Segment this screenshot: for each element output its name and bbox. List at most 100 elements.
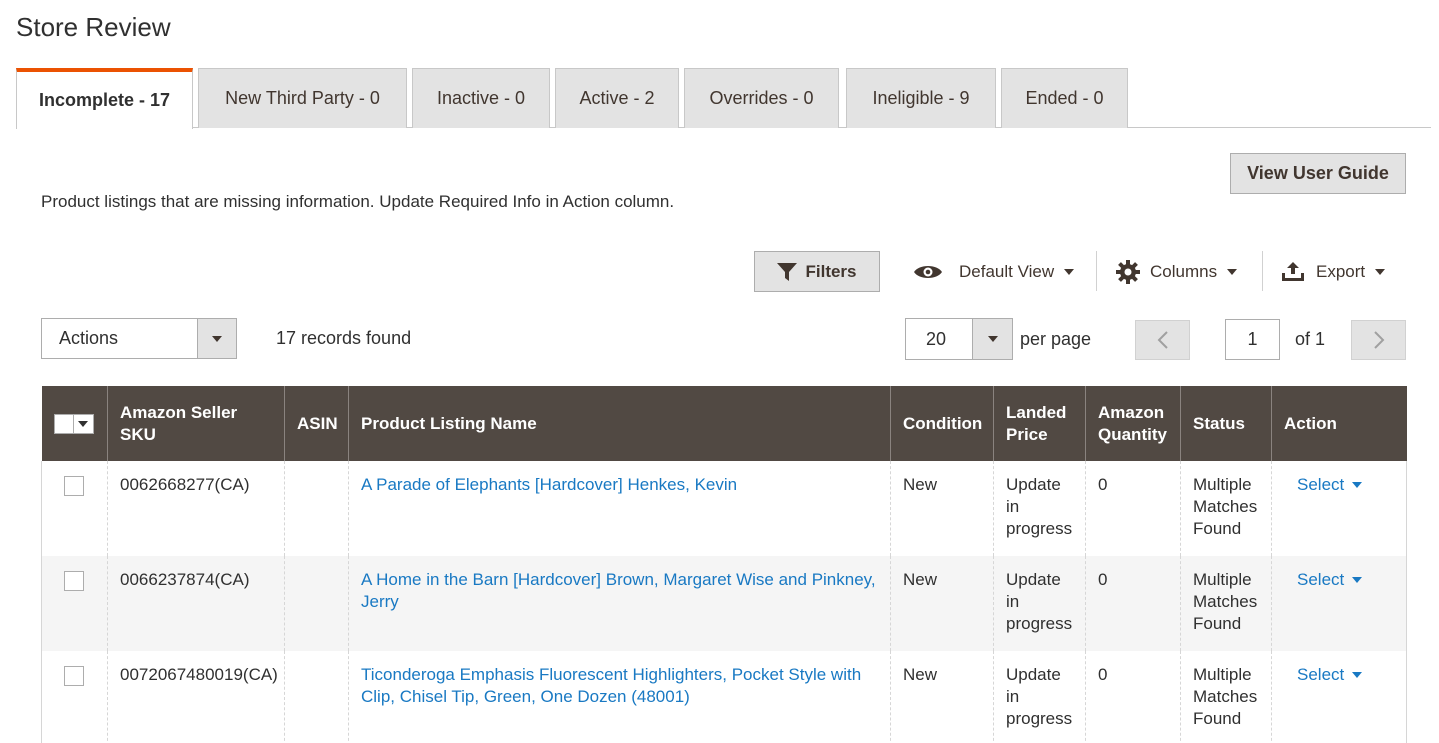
column-header-sku[interactable]: Amazon Seller SKU (107, 386, 285, 461)
export-label: Export (1316, 261, 1366, 281)
asin-cell (284, 461, 349, 556)
table-row: 0066237874(CA) A Home in the Barn [Hardc… (41, 556, 1407, 651)
mass-select-control[interactable] (53, 413, 96, 434)
column-header-name[interactable]: Product Listing Name (348, 386, 891, 461)
chevron-down-icon (197, 319, 236, 358)
select-action-label: Select (1297, 665, 1345, 684)
total-pages-label: of 1 (1295, 329, 1326, 349)
row-select-cell (41, 651, 108, 743)
listings-grid: Amazon Seller SKU ASIN Product Listing N… (41, 386, 1407, 743)
product-name-link[interactable]: A Parade of Elephants [Hardcover] Henkes… (361, 475, 737, 494)
action-cell: Select (1271, 651, 1407, 743)
column-header-status[interactable]: Status (1180, 386, 1272, 461)
chevron-down-icon (972, 319, 1012, 359)
per-page-label: per page (1020, 329, 1092, 349)
quantity-cell: 0 (1085, 461, 1181, 556)
caret-down-icon (1352, 482, 1363, 488)
tab-active[interactable]: Active - 2 (555, 68, 679, 128)
name-cell: Ticonderoga Emphasis Fluorescent Highlig… (348, 651, 891, 743)
gear-icon (1116, 259, 1140, 284)
asin-cell (284, 556, 349, 651)
caret-down-icon (1352, 672, 1363, 678)
filters-button[interactable]: Filters (754, 251, 880, 292)
table-row: 0072067480019(CA) Ticonderoga Emphasis F… (41, 651, 1407, 743)
sku-cell: 0066237874(CA) (107, 556, 285, 651)
product-name-link[interactable]: Ticonderoga Emphasis Fluorescent Highlig… (361, 665, 861, 706)
next-page-button[interactable] (1351, 320, 1406, 360)
status-cell: Multiple Matches Found (1180, 651, 1272, 743)
select-action-dropdown[interactable]: Select (1284, 474, 1363, 496)
action-cell: Select (1271, 556, 1407, 651)
view-label: Default View (959, 261, 1055, 281)
quantity-cell: 0 (1085, 556, 1181, 651)
condition-cell: New (890, 461, 994, 556)
select-action-dropdown[interactable]: Select (1284, 664, 1363, 686)
tab-ended[interactable]: Ended - 0 (1001, 68, 1128, 128)
filter-icon (777, 262, 798, 281)
tab-bar: Incomplete - 17 New Third Party - 0 Inac… (16, 68, 1431, 129)
tab-overrides[interactable]: Overrides - 0 (684, 68, 839, 128)
landed-price-cell: Update in progress (993, 556, 1086, 651)
status-cell: Multiple Matches Found (1180, 461, 1272, 556)
select-action-dropdown[interactable]: Select (1284, 569, 1363, 591)
quantity-cell: 0 (1085, 651, 1181, 743)
row-select-cell (41, 461, 108, 556)
select-action-label: Select (1297, 570, 1345, 589)
status-cell: Multiple Matches Found (1180, 556, 1272, 651)
condition-cell: New (890, 556, 994, 651)
chevron-down-icon (1375, 268, 1386, 275)
asin-cell (284, 651, 349, 743)
view-user-guide-button[interactable]: View User Guide (1230, 153, 1406, 194)
select-all-checkbox[interactable] (53, 413, 74, 434)
chevron-down-icon[interactable] (73, 413, 94, 434)
tab-description: Product listings that are missing inform… (41, 192, 675, 211)
column-header-amazon-quantity[interactable]: Amazon Quantity (1085, 386, 1181, 461)
columns-label: Columns (1150, 261, 1218, 281)
select-all-header (41, 386, 108, 461)
row-select-cell (41, 556, 108, 651)
column-header-landed-price[interactable]: Landed Price (993, 386, 1086, 461)
sku-cell: 0062668277(CA) (107, 461, 285, 556)
tab-inactive[interactable]: Inactive - 0 (412, 68, 550, 128)
per-page-select[interactable]: 20 (905, 318, 1013, 360)
row-checkbox[interactable] (64, 476, 84, 496)
landed-price-cell: Update in progress (993, 461, 1086, 556)
condition-cell: New (890, 651, 994, 743)
export-icon (1282, 261, 1304, 281)
sku-cell: 0072067480019(CA) (107, 651, 285, 743)
per-page-value: 20 (926, 328, 947, 349)
filters-label: Filters (805, 261, 857, 281)
tab-new-third-party[interactable]: New Third Party - 0 (198, 68, 407, 128)
column-header-asin[interactable]: ASIN (284, 386, 349, 461)
action-cell: Select (1271, 461, 1407, 556)
export-control[interactable]: Export (1282, 251, 1386, 292)
chevron-down-icon (1064, 268, 1075, 275)
name-cell: A Home in the Barn [Hardcover] Brown, Ma… (348, 556, 891, 651)
name-cell: A Parade of Elephants [Hardcover] Henkes… (348, 461, 891, 556)
previous-page-button[interactable] (1135, 320, 1190, 360)
eye-icon (914, 265, 942, 278)
table-row: 0062668277(CA) A Parade of Elephants [Ha… (41, 461, 1407, 556)
select-action-label: Select (1297, 475, 1345, 494)
chevron-left-icon (1157, 331, 1168, 349)
columns-control[interactable]: Columns (1116, 251, 1238, 292)
tab-ineligible[interactable]: Ineligible - 9 (846, 68, 996, 128)
page-title: Store Review (16, 12, 171, 42)
chevron-down-icon (1227, 268, 1238, 275)
grid-header-row: Amazon Seller SKU ASIN Product Listing N… (41, 386, 1407, 461)
tab-incomplete[interactable]: Incomplete - 17 (16, 68, 193, 129)
view-switcher[interactable]: Default View (913, 251, 1075, 292)
column-header-action: Action (1271, 386, 1407, 461)
chevron-right-icon (1373, 331, 1384, 349)
caret-down-icon (1352, 577, 1363, 583)
row-checkbox[interactable] (64, 571, 84, 591)
row-checkbox[interactable] (64, 666, 84, 686)
toolbar-divider (1096, 251, 1097, 291)
toolbar-divider (1262, 251, 1263, 291)
current-page-input[interactable]: 1 (1225, 319, 1280, 360)
landed-price-cell: Update in progress (993, 651, 1086, 743)
mass-actions-select[interactable]: Actions (41, 318, 237, 359)
product-name-link[interactable]: A Home in the Barn [Hardcover] Brown, Ma… (361, 570, 876, 611)
mass-actions-label: Actions (59, 328, 119, 348)
column-header-condition[interactable]: Condition (890, 386, 994, 461)
